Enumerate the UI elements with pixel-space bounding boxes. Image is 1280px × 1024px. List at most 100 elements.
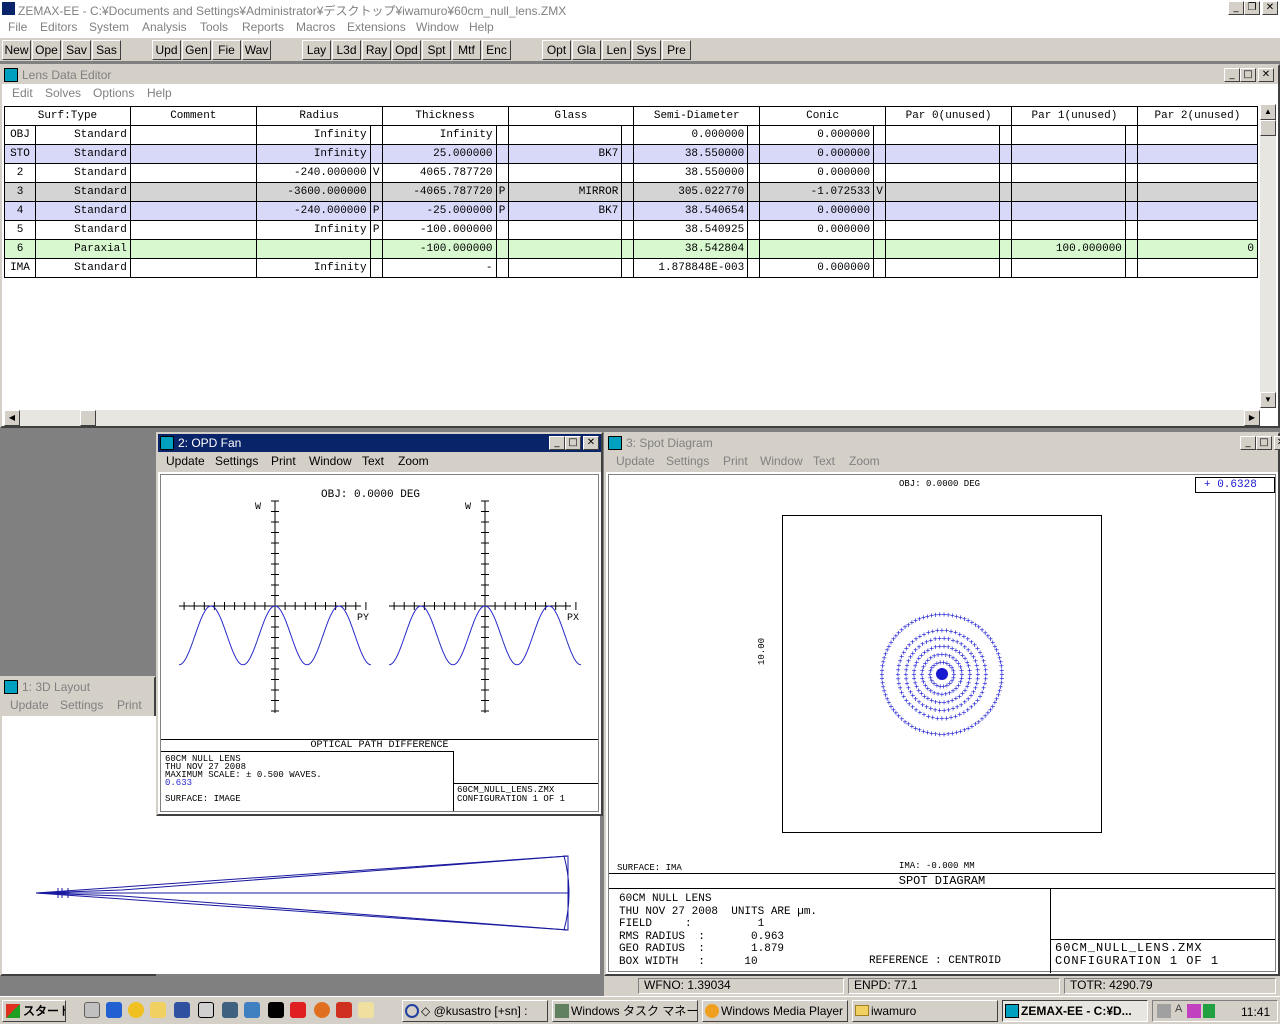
conic-solve-cell[interactable] xyxy=(873,258,887,278)
par0-solve-cell[interactable] xyxy=(999,258,1012,278)
type-cell[interactable]: Standard xyxy=(34,201,131,221)
spot-maximize-button[interactable]: □ xyxy=(1256,436,1272,450)
thickness-solve-cell[interactable]: P xyxy=(495,201,509,221)
taskbar-item-media-player[interactable]: Windows Media Player xyxy=(702,1000,848,1022)
surf-cell[interactable]: 6 xyxy=(4,239,36,259)
par1-solve-cell[interactable] xyxy=(1124,125,1138,145)
tray-icon[interactable] xyxy=(1187,1004,1201,1018)
par2-cell[interactable] xyxy=(1136,258,1258,278)
par0-solve-cell[interactable] xyxy=(999,163,1012,183)
command-prompt-icon[interactable] xyxy=(268,1002,284,1018)
header-par2[interactable]: Par 2(unused) xyxy=(1136,106,1258,126)
header-conic[interactable]: Conic xyxy=(759,106,887,126)
par1-cell[interactable] xyxy=(1010,258,1126,278)
semi-solve-cell[interactable] xyxy=(747,220,761,240)
tray-icon[interactable] xyxy=(1157,1004,1171,1018)
radius-cell[interactable]: -3600.000000 xyxy=(255,182,371,202)
app-quicklaunch-icon[interactable] xyxy=(174,1002,190,1018)
type-cell[interactable]: Standard xyxy=(34,220,131,240)
lde-close-button[interactable]: ✕ xyxy=(1258,68,1274,82)
lde-row[interactable]: STO Standard Infinity 25.000000 BK7 38.550000… xyxy=(4,144,1258,164)
internet-explorer-icon[interactable] xyxy=(106,1002,122,1018)
type-cell[interactable]: Paraxial xyxy=(34,239,131,259)
type-cell[interactable]: Standard xyxy=(34,144,131,164)
radius-cell[interactable]: Infinity xyxy=(255,125,371,145)
par0-cell[interactable] xyxy=(885,125,1000,145)
thickness-cell[interactable]: -100.000000 xyxy=(381,220,497,240)
encircled-energy-button[interactable]: Enc xyxy=(482,40,511,60)
par0-solve-cell[interactable] xyxy=(999,125,1012,145)
glass-cell[interactable]: MIRROR xyxy=(507,182,623,202)
semi-solve-cell[interactable] xyxy=(747,163,761,183)
start-button[interactable]: スタート xyxy=(2,1000,66,1022)
thickness-cell[interactable]: - xyxy=(381,258,497,278)
layout-menu-print[interactable]: Print xyxy=(117,698,142,712)
type-cell[interactable]: Standard xyxy=(34,163,131,183)
radius-solve-cell[interactable]: P xyxy=(369,220,383,240)
lde-menu-options[interactable]: Options xyxy=(93,86,134,100)
par0-solve-cell[interactable] xyxy=(999,239,1012,259)
comment-cell[interactable] xyxy=(129,182,257,202)
surf-cell[interactable]: OBJ xyxy=(4,125,36,145)
vertical-scroll-thumb[interactable] xyxy=(1260,120,1276,136)
conic-solve-cell[interactable] xyxy=(873,201,887,221)
type-cell[interactable]: Standard xyxy=(34,125,131,145)
thickness-cell[interactable]: 4065.787720 xyxy=(381,163,497,183)
opd-close-button[interactable]: ✕ xyxy=(583,436,599,450)
menu-file[interactable]: File xyxy=(8,20,27,34)
comment-cell[interactable] xyxy=(129,239,257,259)
lde-row[interactable]: 4 Standard -240.000000 P -25.000000 P BK7 38.54… xyxy=(4,201,1258,221)
app-quicklaunch-icon[interactable] xyxy=(336,1002,352,1018)
thickness-solve-cell[interactable] xyxy=(495,125,509,145)
semi-diameter-cell[interactable]: 0.000000 xyxy=(633,125,749,145)
par1-cell[interactable] xyxy=(1010,220,1126,240)
comment-cell[interactable] xyxy=(129,258,257,278)
thickness-solve-cell[interactable] xyxy=(495,220,509,240)
firefox-icon[interactable] xyxy=(314,1002,330,1018)
par2-cell[interactable] xyxy=(1136,144,1258,164)
menu-analysis[interactable]: Analysis xyxy=(142,20,187,34)
ray-fan-button[interactable]: Ray xyxy=(362,40,391,60)
lde-menu-solves[interactable]: Solves xyxy=(45,86,81,100)
glass-solve-cell[interactable] xyxy=(621,163,635,183)
layout-menu-update[interactable]: Update xyxy=(10,698,49,712)
conic-cell[interactable]: 0.000000 xyxy=(759,220,875,240)
header-comment[interactable]: Comment xyxy=(129,106,257,126)
spot-menu-print[interactable]: Print xyxy=(723,454,748,468)
glass-solve-cell[interactable] xyxy=(621,258,635,278)
new-button[interactable]: New xyxy=(2,40,31,60)
minimize-button[interactable]: _ xyxy=(1228,1,1244,15)
par2-cell[interactable] xyxy=(1136,220,1258,240)
par1-solve-cell[interactable] xyxy=(1124,163,1138,183)
app-quicklaunch-icon[interactable] xyxy=(244,1002,260,1018)
layout-menu-settings[interactable]: Settings xyxy=(60,698,103,712)
par0-cell[interactable] xyxy=(885,144,1000,164)
scroll-up-arrow-icon[interactable]: ▲ xyxy=(1260,104,1276,120)
app-quicklaunch-icon[interactable] xyxy=(290,1002,306,1018)
layout-3d-button[interactable]: L3d xyxy=(332,40,361,60)
semi-diameter-cell[interactable]: 38.542804 xyxy=(633,239,749,259)
opd-menu-zoom[interactable]: Zoom xyxy=(398,454,429,468)
lde-horizontal-scrollbar[interactable]: ◀ ▶ xyxy=(4,410,1260,426)
glass-catalog-button[interactable]: Gla xyxy=(572,40,601,60)
taskbar-item-kusastro[interactable]: ◇ @kusastro [+sn] : xyxy=(402,1000,548,1022)
thickness-solve-cell[interactable] xyxy=(495,163,509,183)
header-radius[interactable]: Radius xyxy=(255,106,383,126)
lde-row[interactable]: 6 Paraxial -100.000000 38.542804 100.000000 0 xyxy=(4,239,1258,259)
conic-cell[interactable]: 0.000000 xyxy=(759,201,875,221)
thickness-solve-cell[interactable] xyxy=(495,144,509,164)
surf-cell[interactable]: 2 xyxy=(4,163,36,183)
menu-reports[interactable]: Reports xyxy=(242,20,284,34)
par0-cell[interactable] xyxy=(885,258,1000,278)
horizontal-scroll-thumb[interactable] xyxy=(80,410,96,426)
semi-solve-cell[interactable] xyxy=(747,125,761,145)
comment-cell[interactable] xyxy=(129,144,257,164)
opd-menu-window[interactable]: Window xyxy=(309,454,352,468)
glass-cell[interactable] xyxy=(507,258,623,278)
radius-solve-cell[interactable] xyxy=(369,258,383,278)
conic-solve-cell[interactable]: V xyxy=(873,182,887,202)
radius-cell[interactable]: Infinity xyxy=(255,144,371,164)
semi-solve-cell[interactable] xyxy=(747,239,761,259)
par1-cell[interactable] xyxy=(1010,125,1126,145)
ime-indicator[interactable]: A xyxy=(1175,1003,1182,1015)
